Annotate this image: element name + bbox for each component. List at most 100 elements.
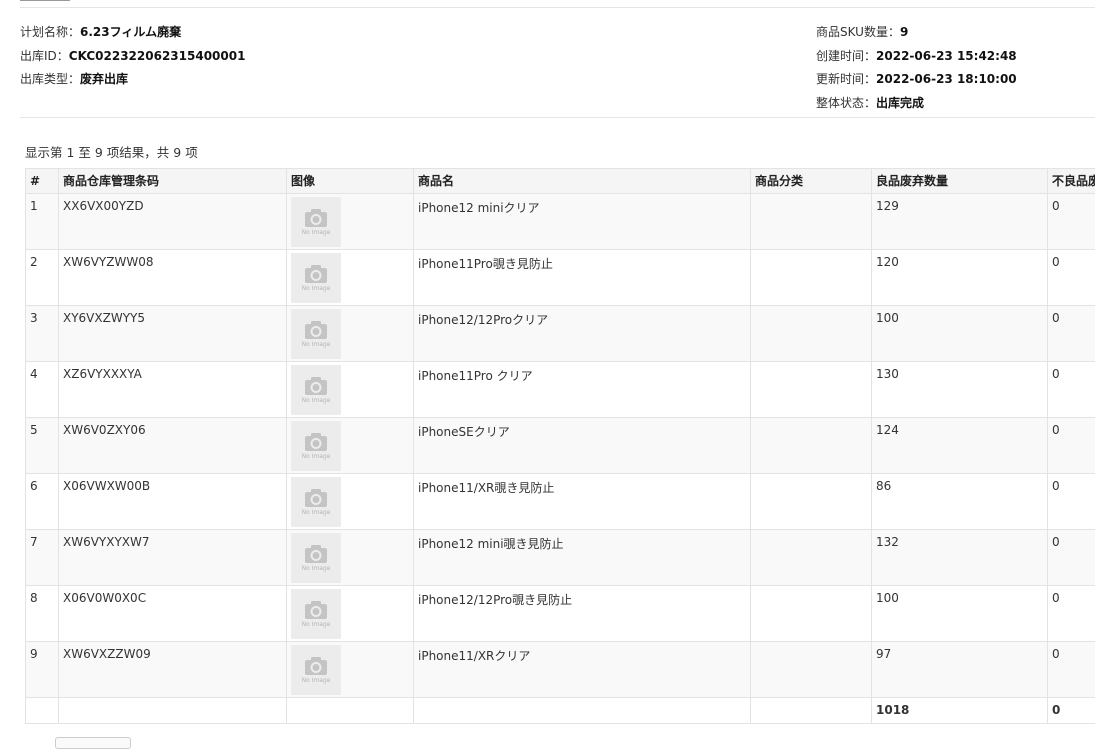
updated-time-value: 2022-06-23 18:10:00: [876, 72, 1017, 86]
camera-icon: [304, 264, 328, 284]
plan-name-row: 计划名称：6.23フィルム廃棄: [20, 24, 245, 48]
total-cell-empty: [26, 698, 59, 724]
table-row[interactable]: 6X06VWXW00BNo ImageiPhone11/XR覗き見防止860: [26, 474, 1095, 530]
cell-index: 8: [26, 586, 59, 642]
bottom-button[interactable]: [55, 737, 131, 749]
no-image-text: No Image: [302, 621, 331, 628]
camera-icon: [304, 488, 328, 508]
table-body: 1XX6VX00YZDNo ImageiPhone12 miniクリア12902…: [26, 194, 1095, 724]
info-right-panel: 商品SKU数量：9 创建时间：2022-06-23 15:42:48 更新时间：…: [816, 24, 1017, 118]
cell-barcode: XW6VYXYXW7: [59, 530, 287, 586]
camera-icon: [304, 320, 328, 340]
cell-good-qty: 100: [872, 306, 1048, 362]
status-label: 整体状态：: [816, 96, 876, 110]
cell-category: [751, 194, 872, 250]
cell-category: [751, 306, 872, 362]
created-time-label: 创建时间：: [816, 49, 876, 63]
cell-name: iPhone12 mini覗き見防止: [414, 530, 751, 586]
cell-image: No Image: [287, 530, 414, 586]
cell-index: 1: [26, 194, 59, 250]
no-image-text: No Image: [302, 285, 331, 292]
outbound-type-label: 出库类型：: [20, 72, 80, 86]
column-header-barcode[interactable]: 商品仓库管理条码: [59, 169, 287, 194]
table-row[interactable]: 4XZ6VYXXXYANo ImageiPhone11Pro クリア1300: [26, 362, 1095, 418]
table-row[interactable]: 9XW6VXZZW09No ImageiPhone11/XRクリア970: [26, 642, 1095, 698]
outbound-id-value: CKC022322062315400001: [69, 49, 246, 63]
updated-time-row: 更新时间：2022-06-23 18:10:00: [816, 71, 1017, 95]
column-header-index[interactable]: #: [26, 169, 59, 194]
table-row[interactable]: 1XX6VX00YZDNo ImageiPhone12 miniクリア1290: [26, 194, 1095, 250]
cell-name: iPhone12/12Proクリア: [414, 306, 751, 362]
no-image-placeholder: No Image: [291, 309, 341, 359]
cell-good-qty: 130: [872, 362, 1048, 418]
outbound-id-row: 出库ID：CKC022322062315400001: [20, 48, 245, 72]
cell-name: iPhone12/12Pro覗き見防止: [414, 586, 751, 642]
cell-name: iPhone11Pro クリア: [414, 362, 751, 418]
cell-name: iPhone11/XRクリア: [414, 642, 751, 698]
table-row[interactable]: 8X06V0W0X0CNo ImageiPhone12/12Pro覗き見防止10…: [26, 586, 1095, 642]
no-image-placeholder: No Image: [291, 645, 341, 695]
column-header-good-qty[interactable]: 良品废弃数量: [872, 169, 1048, 194]
totals-row: 10180: [26, 698, 1095, 724]
camera-icon: [304, 376, 328, 396]
table-row[interactable]: 3XY6VXZWYY5No ImageiPhone12/12Proクリア1000: [26, 306, 1095, 362]
cell-good-qty: 132: [872, 530, 1048, 586]
no-image-text: No Image: [302, 453, 331, 460]
cell-image: No Image: [287, 306, 414, 362]
cell-category: [751, 586, 872, 642]
cell-barcode: XZ6VYXXXYA: [59, 362, 287, 418]
info-left-panel: 计划名称：6.23フィルム廃棄 出库ID：CKC0223220623154000…: [20, 24, 245, 95]
camera-icon: [304, 600, 328, 620]
cell-good-qty: 97: [872, 642, 1048, 698]
no-image-text: No Image: [302, 565, 331, 572]
status-value: 出库完成: [876, 96, 924, 110]
cell-category: [751, 530, 872, 586]
cell-good-qty: 86: [872, 474, 1048, 530]
no-image-text: No Image: [302, 509, 331, 516]
total-good-qty: 1018: [872, 698, 1048, 724]
cell-barcode: XX6VX00YZD: [59, 194, 287, 250]
camera-icon: [304, 544, 328, 564]
cell-good-qty: 120: [872, 250, 1048, 306]
sku-count-value: 9: [900, 25, 908, 39]
no-image-placeholder: No Image: [291, 533, 341, 583]
column-header-bad-qty[interactable]: 不良品废: [1048, 169, 1095, 194]
no-image-placeholder: No Image: [291, 253, 341, 303]
top-truncated-header: [20, 0, 80, 2]
column-header-image[interactable]: 图像: [287, 169, 414, 194]
created-time-value: 2022-06-23 15:42:48: [876, 49, 1017, 63]
cell-category: [751, 250, 872, 306]
items-table-container[interactable]: # 商品仓库管理条码 图像 商品名 商品分类 良品废弃数量 不良品废 1XX6V…: [25, 168, 1095, 724]
status-row: 整体状态：出库完成: [816, 95, 1017, 119]
cell-category: [751, 642, 872, 698]
total-cell-empty: [59, 698, 287, 724]
no-image-placeholder: No Image: [291, 589, 341, 639]
table-row[interactable]: 2XW6VYZWW08No ImageiPhone11Pro覗き見防止1200: [26, 250, 1095, 306]
cell-image: No Image: [287, 586, 414, 642]
cell-bad-qty: 0: [1048, 474, 1095, 530]
table-row[interactable]: 5XW6V0ZXY06No ImageiPhoneSEクリア1240: [26, 418, 1095, 474]
cell-image: No Image: [287, 362, 414, 418]
cell-index: 7: [26, 530, 59, 586]
sku-count-row: 商品SKU数量：9: [816, 24, 1017, 48]
no-image-placeholder: No Image: [291, 477, 341, 527]
no-image-placeholder: No Image: [291, 365, 341, 415]
cell-index: 5: [26, 418, 59, 474]
cell-bad-qty: 0: [1048, 642, 1095, 698]
info-divider: [20, 117, 1095, 118]
cell-image: No Image: [287, 194, 414, 250]
cell-name: iPhone11/XR覗き見防止: [414, 474, 751, 530]
cell-image: No Image: [287, 474, 414, 530]
cell-bad-qty: 0: [1048, 418, 1095, 474]
cell-index: 3: [26, 306, 59, 362]
column-header-category[interactable]: 商品分类: [751, 169, 872, 194]
cell-index: 4: [26, 362, 59, 418]
cell-bad-qty: 0: [1048, 194, 1095, 250]
cell-name: iPhoneSEクリア: [414, 418, 751, 474]
cell-good-qty: 124: [872, 418, 1048, 474]
cell-bad-qty: 0: [1048, 306, 1095, 362]
cell-good-qty: 100: [872, 586, 1048, 642]
results-summary: 显示第 1 至 9 项结果，共 9 项: [25, 142, 198, 161]
column-header-name[interactable]: 商品名: [414, 169, 751, 194]
table-row[interactable]: 7XW6VYXYXW7 No Image iPhone12 mini覗き見防止 132…: [26, 530, 1095, 586]
